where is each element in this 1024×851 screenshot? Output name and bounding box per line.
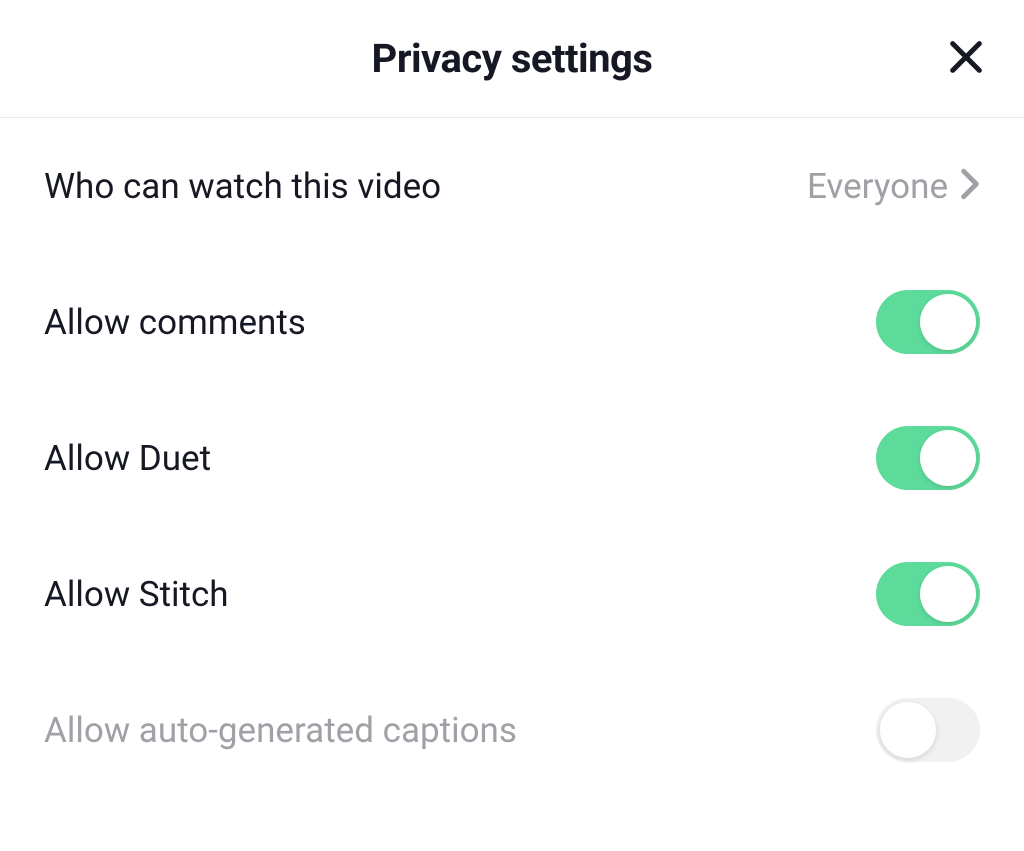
- allow-duet-row: Allow Duet: [44, 390, 980, 526]
- who-can-watch-row[interactable]: Who can watch this video Everyone: [44, 118, 980, 254]
- close-button[interactable]: [944, 37, 988, 81]
- allow-auto-captions-toggle[interactable]: [876, 698, 980, 762]
- allow-duet-toggle[interactable]: [876, 426, 980, 490]
- allow-stitch-row: Allow Stitch: [44, 526, 980, 662]
- header: Privacy settings: [0, 0, 1024, 118]
- privacy-settings-panel: Privacy settings Who can watch this vide…: [0, 0, 1024, 851]
- page-title: Privacy settings: [372, 35, 653, 82]
- chevron-right-icon: [960, 168, 980, 204]
- allow-stitch-label: Allow Stitch: [44, 574, 229, 615]
- settings-list: Who can watch this video Everyone Allow …: [0, 118, 1024, 798]
- allow-duet-label: Allow Duet: [44, 438, 211, 479]
- allow-comments-label: Allow comments: [44, 302, 306, 343]
- allow-comments-toggle[interactable]: [876, 290, 980, 354]
- allow-auto-captions-row: Allow auto-generated captions: [44, 662, 980, 798]
- toggle-knob: [920, 430, 976, 486]
- toggle-knob: [880, 702, 936, 758]
- close-icon: [946, 37, 986, 80]
- toggle-knob: [920, 294, 976, 350]
- who-can-watch-value-wrap[interactable]: Everyone: [807, 166, 980, 207]
- toggle-knob: [920, 566, 976, 622]
- allow-auto-captions-label: Allow auto-generated captions: [44, 710, 517, 751]
- who-can-watch-value: Everyone: [807, 166, 948, 207]
- who-can-watch-label: Who can watch this video: [44, 166, 441, 207]
- allow-stitch-toggle[interactable]: [876, 562, 980, 626]
- allow-comments-row: Allow comments: [44, 254, 980, 390]
